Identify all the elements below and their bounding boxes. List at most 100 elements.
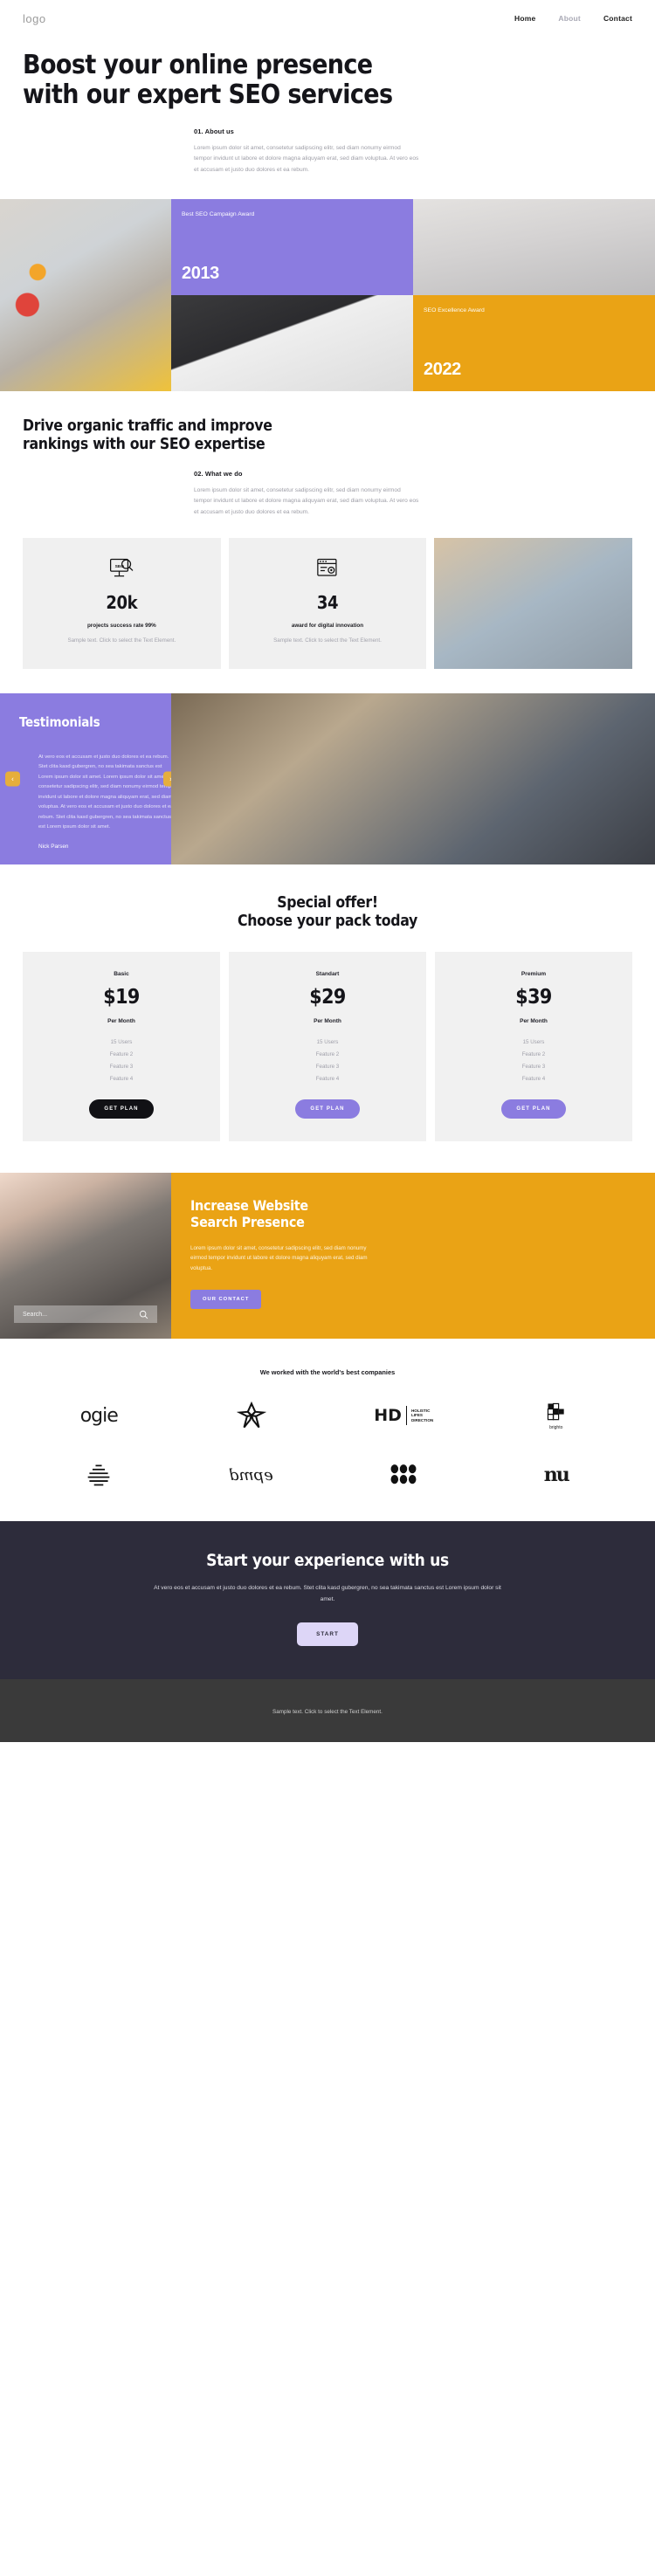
plan-price: $39: [515, 986, 552, 1009]
plan-card-standart: Standart $29 Per Month 15 Users Feature …: [229, 952, 426, 1142]
plan-feature: Feature 4: [521, 1076, 546, 1083]
search-placeholder: Search...: [23, 1311, 48, 1318]
testimonial-quote: At vero eos et accusam et justo duo dolo…: [38, 754, 171, 830]
services-paragraph: Lorem ipsum dolor sit amet, consetetur s…: [194, 486, 419, 516]
plan-feature: Feature 2: [521, 1051, 546, 1058]
typing-keyboard-photo: Search...: [0, 1173, 171, 1340]
search-icon[interactable]: [139, 1310, 148, 1319]
nu-logo: nu: [543, 1464, 570, 1487]
chevron-left-icon[interactable]: ‹: [5, 771, 20, 787]
services-section: Drive organic traffic and improve rankin…: [0, 391, 655, 669]
cta-paragraph: At vero eos et accusam et justo duo dolo…: [154, 1585, 501, 1603]
footer-text: Sample text. Click to select the Text El…: [272, 1709, 383, 1716]
plan-feature: Feature 4: [109, 1076, 134, 1083]
nav-link-contact[interactable]: Contact: [603, 14, 632, 23]
site-header: logo Home About Contact: [0, 0, 655, 37]
tablet-photo-cell: [171, 294, 413, 391]
partners-title: We worked with the world's best companie…: [259, 1368, 396, 1377]
plan-feature: Feature 4: [315, 1076, 340, 1083]
stats-row: SEO 20k projects success rate 99% Sample…: [23, 537, 632, 669]
presence-title-line2: Search Presence: [190, 1214, 305, 1231]
seo-monitor-icon: SEO: [110, 558, 134, 577]
get-plan-button-standart[interactable]: GET PLAN: [295, 1099, 360, 1119]
plan-features: 15 Users Feature 2 Feature 3 Feature 4: [449, 1039, 618, 1082]
plan-feature: 15 Users: [110, 1039, 133, 1046]
plan-period: Per Month: [107, 1018, 135, 1025]
partner-logos: ogie HD HOLISTIC LIFES DIRECTION brighto…: [23, 1399, 632, 1491]
plan-feature: Feature 3: [109, 1064, 134, 1071]
services-title: Drive organic traffic and improve rankin…: [23, 417, 272, 453]
plan-name: Premium: [521, 971, 547, 978]
award-title-2022: SEO Excellence Award: [424, 307, 485, 313]
cta-title: Start your experience with us: [206, 1551, 449, 1571]
cta-section: Start your experience with us At vero eo…: [0, 1521, 655, 1680]
plan-card-premium: Premium $39 Per Month 15 Users Feature 2…: [435, 952, 632, 1142]
stat-label: projects success rate 99%: [86, 622, 156, 629]
fashion-model-photo: [413, 198, 655, 295]
stacked-lines-logo: [86, 1458, 112, 1491]
seo-analytics-desk-photo: [0, 198, 171, 391]
plan-price: $19: [103, 986, 140, 1009]
flower-logo: [236, 1399, 266, 1432]
landing-page: logo Home About Contact Boost your onlin…: [0, 0, 655, 1743]
pricing-title-line2: Choose your pack today: [238, 912, 417, 930]
testimonial-author: Nick Parsen: [38, 843, 69, 850]
page-title: Boost your online presence with our expe…: [23, 50, 393, 110]
about-kicker: 01. About us: [194, 127, 234, 135]
team-working-photo: [434, 537, 632, 669]
ogie-logo: ogie: [79, 1404, 119, 1427]
stat-note: Sample text. Click to select the Text El…: [273, 637, 382, 644]
awards-gallery: Best SEO Campaign Award 2013 SEO Excelle…: [0, 198, 655, 391]
hero-section: Boost your online presence with our expe…: [0, 37, 655, 176]
plan-feature: 15 Users: [316, 1039, 339, 1046]
stat-label: award for digital innovation: [291, 622, 364, 629]
presence-copy: Increase Website Search Presence Lorem i…: [171, 1173, 655, 1340]
plan-feature: Feature 2: [315, 1051, 340, 1058]
services-about-block: 02. What we do Lorem ipsum dolor sit ame…: [194, 470, 419, 519]
plan-price: $29: [309, 986, 346, 1009]
main-nav: Home About Contact: [514, 14, 632, 23]
our-contact-button[interactable]: OUR CONTACT: [190, 1289, 262, 1309]
partners-section: We worked with the world's best companie…: [0, 1339, 655, 1521]
plan-feature: Feature 3: [315, 1064, 340, 1071]
desk-photo-cell: [0, 198, 171, 391]
get-plan-button-basic[interactable]: GET PLAN: [89, 1099, 154, 1119]
stat-card: SEO 20k projects success rate 99% Sample…: [23, 537, 221, 669]
plan-name: Basic: [114, 971, 129, 978]
chevron-right-icon[interactable]: ›: [163, 771, 171, 787]
browser-gear-icon: [317, 558, 337, 576]
site-footer: Sample text. Click to select the Text El…: [0, 1679, 655, 1743]
presence-title: Increase Website Search Presence: [190, 1197, 356, 1230]
get-plan-button-premium[interactable]: GET PLAN: [501, 1099, 566, 1119]
plan-feature: Feature 2: [109, 1051, 134, 1058]
award-card-2022: SEO Excellence Award 2022: [413, 294, 655, 391]
dots-logo: [389, 1458, 418, 1491]
services-kicker: 02. What we do: [194, 469, 243, 478]
presence-paragraph: Lorem ipsum dolor sit amet, consetetur s…: [190, 1244, 368, 1272]
award-title-2013: Best SEO Campaign Award: [182, 210, 255, 217]
stat-card: 34 award for digital innovation Sample t…: [228, 537, 427, 669]
search-input[interactable]: Search...: [14, 1305, 157, 1324]
search-presence-section: Search... Increase Website Search Presen…: [0, 1173, 655, 1340]
presence-title-line1: Increase Website: [190, 1197, 308, 1215]
plan-name: Standart: [315, 971, 340, 978]
nav-link-home[interactable]: Home: [514, 14, 535, 23]
logo[interactable]: logo: [23, 12, 46, 25]
plan-feature: 15 Users: [522, 1039, 545, 1046]
testimonials-section: Testimonials At vero eos et accusam et j…: [0, 692, 655, 864]
about-paragraph: Lorem ipsum dolor sit amet, consetetur s…: [194, 144, 419, 174]
man-at-desk-photo: [171, 692, 655, 864]
plan-feature: Feature 3: [521, 1064, 546, 1071]
plan-period: Per Month: [520, 1018, 548, 1025]
testimonials-heading: Testimonials: [19, 713, 100, 730]
plan-period: Per Month: [314, 1018, 341, 1025]
hero-about-block: 01. About us Lorem ipsum dolor sit amet,…: [194, 127, 419, 176]
epmd-logo: epmd: [229, 1465, 274, 1484]
stat-value: 20k: [106, 591, 138, 613]
plan-features: 15 Users Feature 2 Feature 3 Feature 4: [243, 1039, 412, 1082]
nav-link-about[interactable]: About: [558, 14, 581, 23]
plans-row: Basic $19 Per Month 15 Users Feature 2 F…: [23, 952, 632, 1142]
award-year-2013: 2013: [182, 263, 219, 283]
plan-features: 15 Users Feature 2 Feature 3 Feature 4: [37, 1039, 206, 1082]
start-button[interactable]: START: [297, 1622, 358, 1647]
